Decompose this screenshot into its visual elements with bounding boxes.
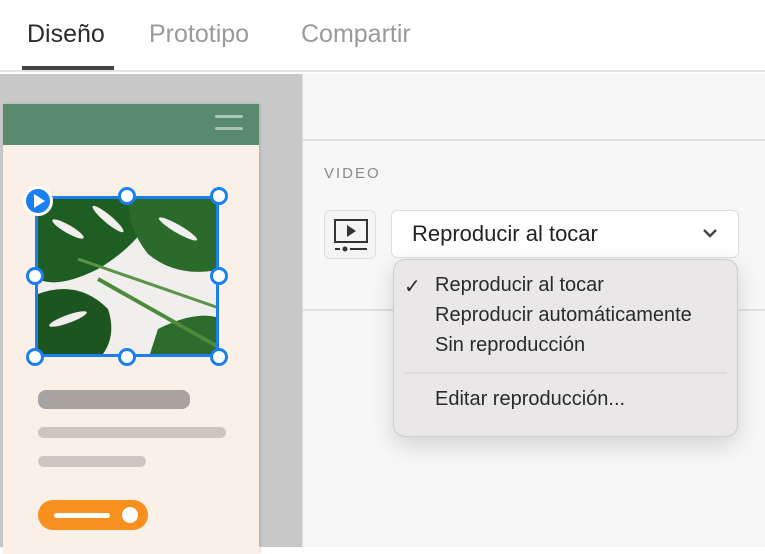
placeholder-text-bar	[38, 456, 146, 467]
artboard[interactable]	[3, 104, 259, 554]
tab-prototype[interactable]: Prototipo	[149, 20, 249, 49]
property-inspector: VIDEO Reproducir al tocar ✓ Reproducir a…	[302, 74, 765, 547]
resize-handle-top-right[interactable]	[210, 187, 228, 205]
tab-share[interactable]: Compartir	[301, 20, 411, 49]
menu-item-autoplay[interactable]: Reproducir automáticamente	[435, 304, 692, 327]
monstera-leaves-image	[38, 199, 216, 354]
section-label-video: VIDEO	[324, 165, 381, 182]
hamburger-icon	[215, 115, 243, 118]
divider	[303, 139, 765, 141]
resize-handle-bottom[interactable]	[118, 348, 136, 366]
video-playback-icon-button[interactable]	[324, 210, 376, 259]
menu-item-no-playback[interactable]: Sin reproducción	[435, 334, 585, 357]
artboard-header	[3, 104, 259, 145]
playback-mode-menu: ✓ Reproducir al tocar Reproducir automát…	[393, 259, 738, 437]
tab-bar: Diseño Prototipo Compartir	[0, 0, 765, 72]
menu-item-edit-playback[interactable]: Editar reproducción...	[435, 388, 625, 411]
hamburger-icon-line	[215, 127, 243, 130]
placeholder-button	[38, 500, 148, 530]
active-tab-indicator	[22, 66, 114, 70]
placeholder-title-bar	[38, 390, 190, 409]
video-play-icon[interactable]	[23, 186, 53, 216]
checkmark-icon: ✓	[404, 276, 421, 298]
resize-handle-bottom-left[interactable]	[26, 348, 44, 366]
video-element-image[interactable]	[35, 196, 219, 357]
playback-mode-select[interactable]: Reproducir al tocar	[391, 210, 739, 258]
menu-item-play-on-tap[interactable]: Reproducir al tocar	[435, 274, 604, 297]
resize-handle-right[interactable]	[210, 267, 228, 285]
menu-separator	[404, 372, 727, 374]
design-canvas[interactable]	[0, 74, 302, 554]
resize-handle-bottom-right[interactable]	[210, 348, 228, 366]
playback-mode-value: Reproducir al tocar	[412, 221, 598, 246]
video-playback-icon	[334, 219, 368, 252]
placeholder-text-bar	[38, 427, 226, 438]
resize-handle-left[interactable]	[26, 267, 44, 285]
tab-design[interactable]: Diseño	[27, 20, 105, 49]
resize-handle-top[interactable]	[118, 187, 136, 205]
chevron-down-icon	[703, 229, 717, 238]
